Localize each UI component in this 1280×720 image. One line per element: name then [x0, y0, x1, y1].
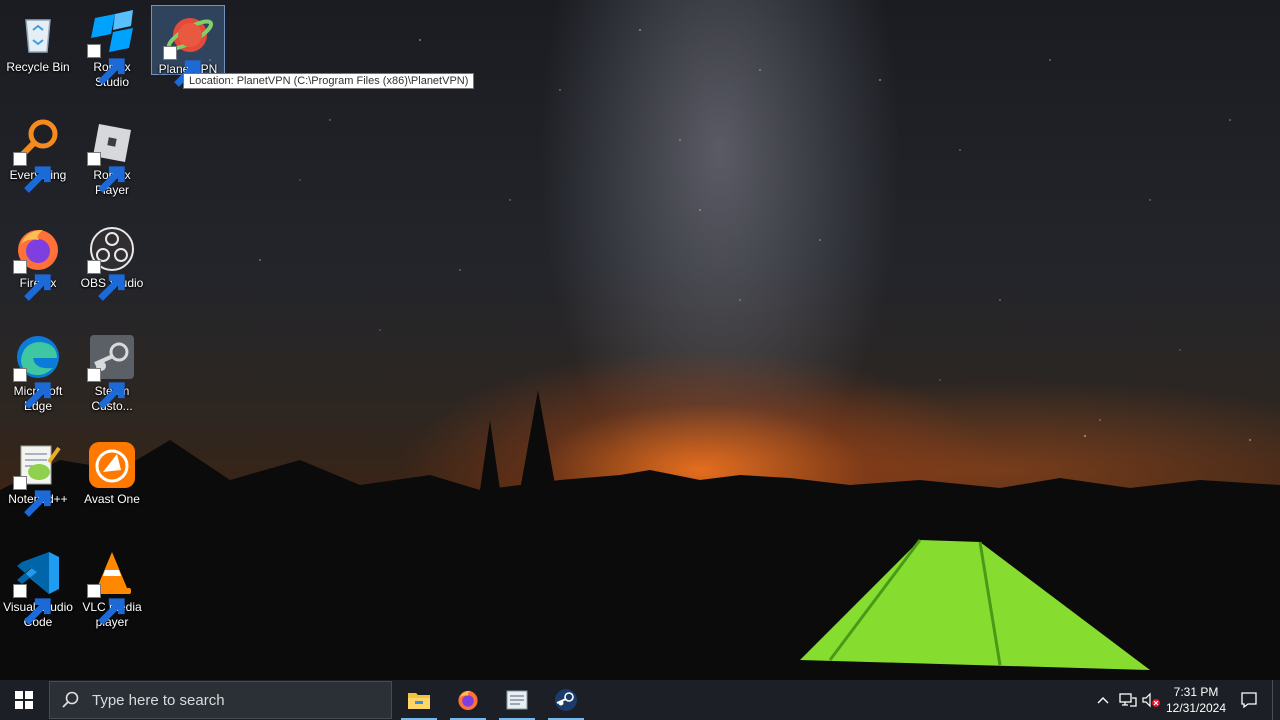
- clock-date: 12/31/2024: [1165, 701, 1227, 715]
- volume-muted-icon: [1142, 692, 1160, 708]
- desktop-icon-microsoft-edge[interactable]: Microsoft Edge: [2, 328, 74, 426]
- taskbar: 7:31 PM 12/31/2024: [0, 680, 1280, 720]
- action-center-button[interactable]: [1234, 680, 1264, 720]
- desktop-icon-planetvpn[interactable]: PlanetVPN: [151, 5, 225, 87]
- shortcut-arrow-icon: [24, 382, 51, 409]
- start-button[interactable]: [0, 680, 48, 720]
- desktop-icon-everything[interactable]: Everything: [2, 112, 74, 210]
- firefox-icon: [458, 690, 478, 711]
- shortcut-arrow-icon: [24, 166, 51, 193]
- shortcut-arrow-icon: [174, 60, 201, 87]
- desktop-icon-roblox-player[interactable]: Roblox Player: [76, 112, 148, 210]
- shortcut-arrow-icon: [98, 382, 125, 409]
- file-explorer-icon: [408, 693, 430, 709]
- taskbar-file-explorer[interactable]: [395, 680, 443, 720]
- location-tooltip: Location: PlanetVPN (C:\Program Files (x…: [183, 73, 475, 89]
- taskbar-search-box[interactable]: [49, 681, 392, 719]
- desktop-icon-avast-one[interactable]: Avast One: [76, 436, 148, 534]
- shortcut-arrow-icon: [24, 490, 51, 517]
- desktop-icon-firefox[interactable]: Firefox: [2, 220, 74, 318]
- show-hidden-icons-button[interactable]: [1094, 680, 1112, 720]
- desktop-icon-recycle-bin[interactable]: Recycle Bin: [2, 4, 74, 102]
- system-clock[interactable]: 7:31 PM 12/31/2024: [1162, 684, 1230, 716]
- network-icon: [1119, 693, 1137, 707]
- icon-label: Recycle Bin: [6, 60, 70, 74]
- desktop-icon-roblox-studio[interactable]: Roblox Studio: [76, 4, 148, 102]
- steam-icon: [555, 689, 577, 711]
- chevron-up-icon: [1097, 697, 1109, 704]
- recycle-bin-icon: [25, 19, 51, 53]
- notepad-icon: [506, 690, 528, 710]
- taskbar-notepad[interactable]: [493, 680, 541, 720]
- show-desktop-button[interactable]: [1272, 680, 1280, 720]
- shortcut-arrow-icon: [98, 274, 125, 301]
- shortcut-arrow-icon: [24, 598, 51, 625]
- mountain-silhouette: [0, 390, 1280, 680]
- desktop-icon-steam[interactable]: Steam Custo...: [76, 328, 148, 426]
- search-input[interactable]: [90, 690, 384, 710]
- notification-icon: [1241, 692, 1257, 709]
- network-button[interactable]: [1117, 680, 1139, 720]
- shortcut-arrow-icon: [24, 274, 51, 301]
- desktop-icon-vscode[interactable]: Visual Studio Code: [2, 544, 74, 642]
- shortcut-arrow-icon: [98, 166, 125, 193]
- desktop-icon-vlc[interactable]: VLC media player: [76, 544, 148, 642]
- icon-label: Avast One: [84, 492, 140, 506]
- desktop-icon-notepadpp[interactable]: Notepad++: [2, 436, 74, 534]
- shortcut-arrow-icon: [98, 58, 125, 85]
- taskbar-steam[interactable]: [542, 680, 590, 720]
- clock-time: 7:31 PM: [1173, 685, 1219, 699]
- windows-logo-icon: [15, 691, 33, 709]
- volume-button[interactable]: [1140, 680, 1162, 720]
- taskbar-firefox[interactable]: [444, 680, 492, 720]
- desktop-wallpaper: [0, 0, 1280, 680]
- desktop-icon-obs-studio[interactable]: OBS Studio: [76, 220, 148, 318]
- shortcut-arrow-icon: [98, 598, 125, 625]
- avast-icon: [89, 442, 135, 488]
- search-icon: [62, 691, 79, 708]
